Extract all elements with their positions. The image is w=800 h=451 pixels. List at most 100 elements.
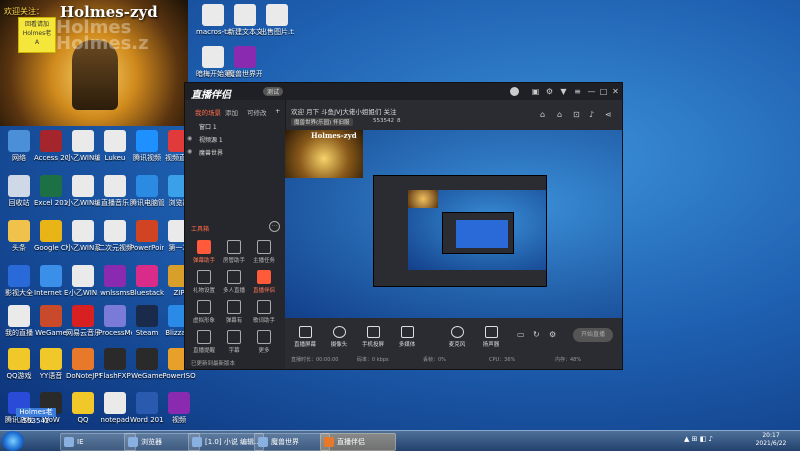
mic-button[interactable]: 麦克风: [443, 326, 471, 348]
refresh-icon[interactable]: ↻: [533, 330, 540, 339]
start-button[interactable]: [2, 431, 24, 451]
phone-button[interactable]: 手机投屏: [359, 326, 387, 348]
tool-item[interactable]: 礼物设置: [191, 270, 217, 294]
desktop-icon[interactable]: 腾讯视频: [130, 130, 164, 162]
tab-scenes[interactable]: 我的场景: [195, 107, 221, 117]
desktop-file-icon[interactable]: 新建文本文档.txt: [228, 4, 262, 36]
desktop-icon[interactable]: Google Chrome: [34, 220, 68, 252]
desktop-file-icon[interactable]: macros-tx...: [196, 4, 230, 36]
shop-icon[interactable]: ⊡: [573, 110, 580, 119]
tool-item[interactable]: 直播提醒: [191, 330, 217, 354]
stream-title[interactable]: 欢迎 月下 斗鱼JVJ大佬小姐姐们 关注: [291, 106, 396, 116]
scene-item-window[interactable]: 窗口 1: [199, 122, 217, 131]
desktop-icon[interactable]: YY语音: [34, 348, 68, 380]
close-icon[interactable]: ✕: [611, 87, 620, 96]
desktop-icon[interactable]: DoNoteJPS: [66, 348, 100, 380]
clock[interactable]: 20:17 2021/6/22: [748, 432, 794, 448]
tab-edit[interactable]: 可修改: [247, 107, 267, 117]
more-tools-icon[interactable]: ···: [269, 221, 280, 232]
desktop-icon[interactable]: 视频: [162, 392, 196, 424]
start-live-button[interactable]: 开始直播: [573, 328, 613, 342]
desktop-icon[interactable]: PowerPoint: [130, 220, 164, 252]
desktop-icon[interactable]: notepad: [98, 392, 132, 424]
taskbar-item[interactable]: [1.0] 小说 编辑...: [188, 433, 264, 451]
desktop-icon[interactable]: 头条: [2, 220, 36, 252]
desktop-icon[interactable]: QQ游戏: [2, 348, 36, 380]
play-icon: [400, 326, 414, 338]
tool-item[interactable]: 弹幕助手: [191, 240, 217, 264]
desktop-icon[interactable]: ProcessMon: [98, 305, 132, 337]
desktop-icon[interactable]: Steam: [130, 305, 164, 337]
desktop-icon[interactable]: 小乙WIN系统: [66, 220, 100, 252]
desktop-icon[interactable]: Excel 2010: [34, 175, 68, 207]
tool-item[interactable]: 多人直播: [221, 270, 247, 294]
tray-icons[interactable]: ▲ ⊞ ◧ ♪: [684, 435, 713, 443]
desktop-icon[interactable]: WeGame: [34, 305, 68, 337]
desktop-icon[interactable]: 小乙WIN: [66, 265, 100, 297]
layout-icon[interactable]: ▣: [531, 87, 540, 96]
taskbar-item[interactable]: 魔兽世界: [254, 433, 330, 451]
desktop-icon[interactable]: Word 2010: [130, 392, 164, 424]
camera-button[interactable]: 摄像头: [325, 326, 353, 348]
menu-icon[interactable]: ≡: [573, 87, 582, 96]
shirt-icon[interactable]: ▼: [559, 87, 568, 96]
avatar[interactable]: [510, 87, 519, 96]
desktop-icon[interactable]: Access 2010: [34, 130, 68, 162]
desktop-icon[interactable]: WeGame: [130, 348, 164, 380]
bell-icon[interactable]: ♪: [589, 110, 594, 119]
settings-icon[interactable]: ⚙: [545, 87, 554, 96]
tool-item[interactable]: 房管助手: [221, 240, 247, 264]
desktop-icon[interactable]: 二次元视频: [98, 220, 132, 252]
desktop-icon[interactable]: Bluestacks: [130, 265, 164, 297]
game-badge[interactable]: 魔兽世界(乐园) 怀旧服: [291, 118, 353, 126]
desktop-icon-label: 小乙WIN系统: [66, 244, 100, 252]
settings-icon[interactable]: ⚙: [549, 330, 556, 339]
gift-icon[interactable]: ⌂: [540, 110, 545, 119]
taskbar-app-icon: [324, 437, 334, 447]
tool-item[interactable]: 字幕: [221, 330, 247, 354]
desktop-file-icon[interactable]: 暗梅开始第...txt: [196, 46, 230, 78]
desktop-icon[interactable]: 直播音乐: [98, 175, 132, 207]
add-scene-icon[interactable]: +: [275, 107, 280, 115]
minimize-icon[interactable]: —: [587, 87, 596, 96]
scene-item-video[interactable]: 视频源 1: [199, 135, 223, 144]
scene-item-wow[interactable]: 魔兽世界: [199, 148, 223, 157]
tool-item[interactable]: 弹幕有: [221, 300, 247, 324]
desktop-icon[interactable]: QQ: [66, 392, 100, 424]
desktop-icon[interactable]: 网易云音乐: [66, 305, 100, 337]
desktop-icon[interactable]: 我的直播: [2, 305, 36, 337]
desktop-file-icon[interactable]: 出售图片.txt: [260, 4, 294, 36]
desktop-icon[interactable]: Lukeu: [98, 130, 132, 162]
desktop-icon[interactable]: 影视大全: [2, 265, 36, 297]
eye-icon[interactable]: ◉: [187, 148, 192, 155]
desktop-icon[interactable]: 小乙WIN编辑: [66, 175, 100, 207]
eye-icon[interactable]: ◉: [187, 135, 192, 142]
desktop-icon[interactable]: 网络: [2, 130, 36, 162]
maximize-icon[interactable]: □: [599, 87, 608, 96]
desktop-icon[interactable]: 腾讯电脑管家: [130, 175, 164, 207]
share-icon[interactable]: ⋖: [605, 110, 612, 119]
tool-label: 字幕: [228, 348, 240, 354]
media-button[interactable]: 多媒体: [393, 326, 421, 348]
tool-item[interactable]: 主播任务: [251, 240, 277, 264]
desktop-icon[interactable]: 小乙WIN编辑: [66, 130, 100, 162]
desktop-icon[interactable]: Internet Explorer: [34, 265, 68, 297]
webcam-watermark: Holmes Holmes.z: [56, 17, 149, 54]
tool-item[interactable]: 直播伴侣: [251, 270, 277, 294]
taskbar-item[interactable]: 直播伴侣: [320, 433, 396, 451]
tool-item[interactable]: 歌词助手: [251, 300, 277, 324]
bag-icon[interactable]: ⌂: [557, 110, 562, 119]
desktop-file-icon[interactable]: 魔兽世界开始第工...: [228, 46, 262, 78]
taskbar-item-label: 直播伴侣: [337, 438, 365, 446]
app-icon: [136, 305, 158, 327]
preview-canvas[interactable]: Holmes-zyd: [285, 130, 622, 318]
desktop-icon[interactable]: 回收站: [2, 175, 36, 207]
desktop-icon[interactable]: FlashFXP: [98, 348, 132, 380]
record-icon[interactable]: ▭: [517, 330, 525, 339]
tab-add[interactable]: 添加: [225, 107, 238, 117]
tool-item[interactable]: 更多: [251, 330, 277, 354]
screen-button[interactable]: 直播屏幕: [291, 326, 319, 348]
tool-item[interactable]: 虚拟形象: [191, 300, 217, 324]
desktop-icon[interactable]: wnlssms: [98, 265, 132, 297]
speaker-button[interactable]: 扬声器: [477, 326, 505, 348]
